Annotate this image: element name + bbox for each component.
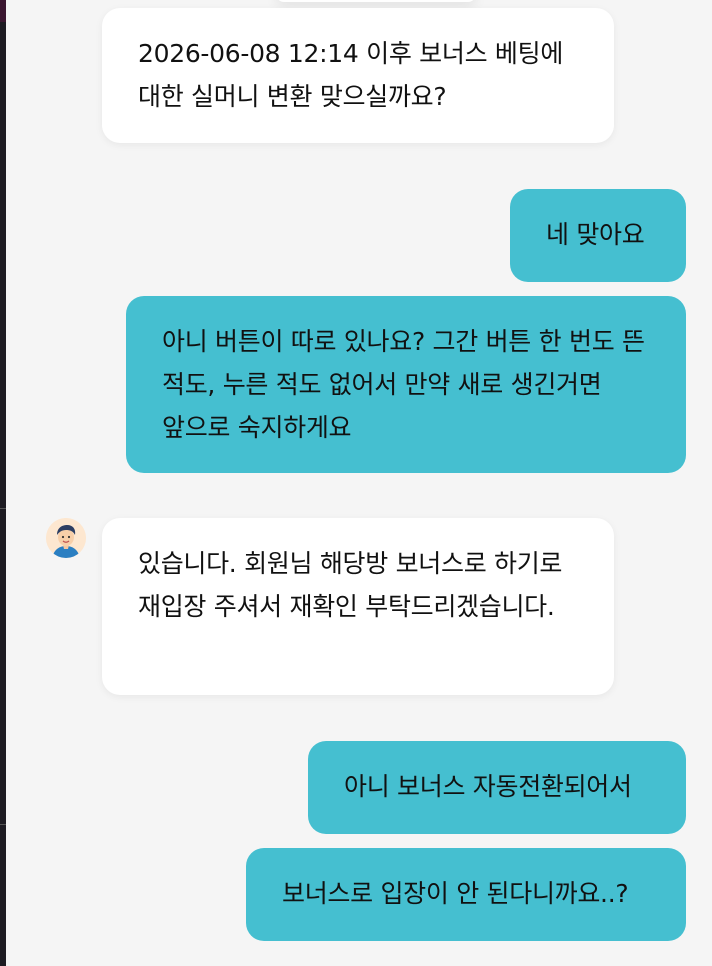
chat-message-list[interactable]: 2026-06-08 12:14 이후 보너스 베팅에 대한 실머니 변환 맞으… — [6, 0, 712, 966]
user-message-bubble: 아니 보너스 자동전환되어서 — [308, 741, 686, 834]
message-text: 네 맞아요 — [546, 220, 645, 249]
user-message-bubble: 아니 버튼이 따로 있나요? 그간 버튼 한 번도 뜬 적도, 누른 적도 없어… — [126, 296, 686, 473]
message-text: 아니 버튼이 따로 있나요? 그간 버튼 한 번도 뜬 적도, 누른 적도 없어… — [162, 327, 645, 442]
agent-avatar-icon — [46, 518, 86, 558]
message-text: 2026-06-08 12:14 이후 보너스 베팅에 대한 실머니 변환 맞으… — [138, 39, 564, 111]
agent-message-bubble: 있습니다. 회원님 해당방 보너스로 하기로 재입장 주셔서 재확인 부탁드리겠… — [102, 518, 614, 695]
user-message-bubble: 보너스로 입장이 안 된다니까요..? — [246, 848, 686, 941]
message-text: 보너스로 입장이 안 된다니까요..? — [282, 879, 629, 908]
message-text: 있습니다. 회원님 해당방 보너스로 하기로 재입장 주셔서 재확인 부탁드리겠… — [138, 549, 563, 621]
user-message-bubble: 네 맞아요 — [510, 189, 686, 282]
agent-message-bubble: 2026-06-08 12:14 이후 보너스 베팅에 대한 실머니 변환 맞으… — [102, 8, 614, 143]
message-text: 아니 보너스 자동전환되어서 — [344, 772, 632, 801]
previous-message-edge — [276, 0, 476, 2]
